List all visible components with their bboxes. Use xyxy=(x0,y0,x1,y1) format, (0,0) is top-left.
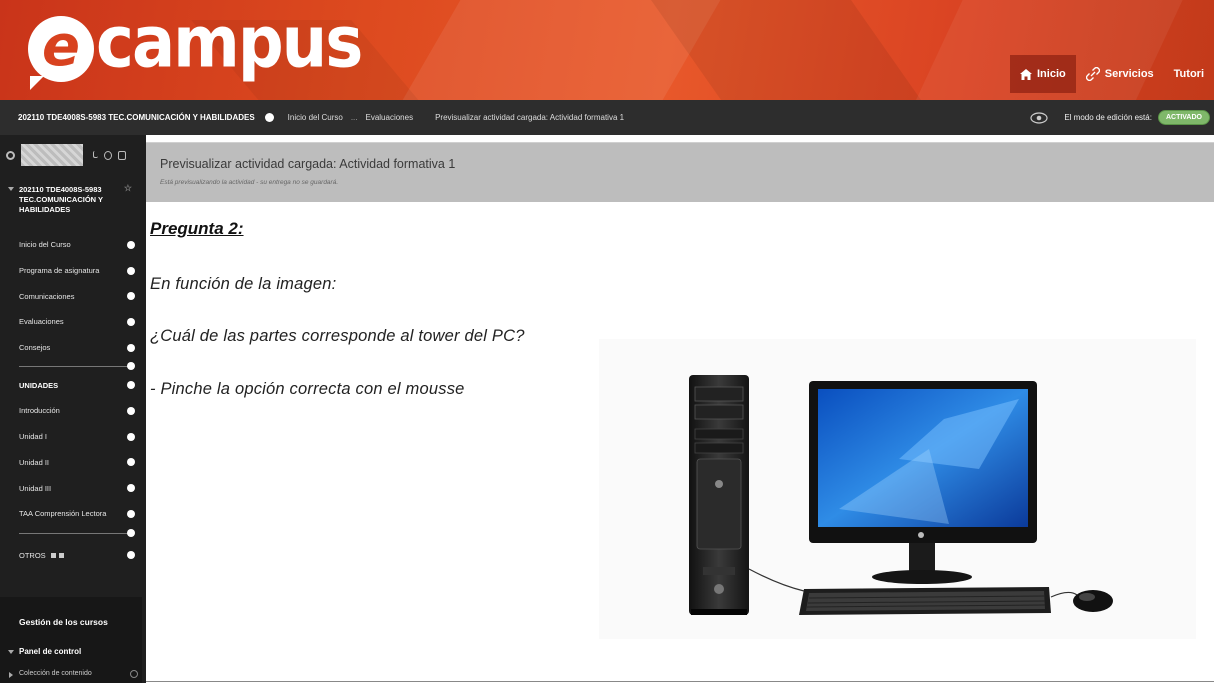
item-menu-icon[interactable] xyxy=(127,551,135,560)
star-icon[interactable]: ☆ xyxy=(124,183,132,193)
sidebar-item-unidad-i[interactable]: Unidad I xyxy=(0,424,142,450)
item-menu-icon[interactable] xyxy=(127,381,135,390)
item-menu-icon[interactable] xyxy=(127,317,135,326)
logo-text: campus xyxy=(96,1,363,85)
course-menu-icon[interactable] xyxy=(264,113,274,122)
content-collection-link[interactable]: Colección de contenido xyxy=(9,670,92,678)
sidebar-item-evaluaciones[interactable]: Evaluaciones xyxy=(0,309,142,335)
sidebar-item-otros[interactable]: OTROS xyxy=(0,543,142,569)
breadcrumb-current: Previsualizar actividad cargada: Activid… xyxy=(435,113,625,122)
control-panel-link[interactable]: Panel de control xyxy=(7,647,81,656)
nav-servicios-label: Servicios xyxy=(1104,68,1154,80)
logo-e-mark: e xyxy=(28,16,94,90)
sidebar-course-title[interactable]: 202110 TDE4008S-5983 TEC.COMUNICACIÓN Y … xyxy=(0,175,142,232)
pc-mouse[interactable] xyxy=(1073,590,1113,612)
link-icon xyxy=(1085,67,1100,81)
pc-tower[interactable] xyxy=(689,375,749,615)
question-instruction: En función de la imagen: xyxy=(150,275,337,293)
file-icon xyxy=(58,552,64,558)
item-menu-icon[interactable] xyxy=(127,458,135,467)
question-text: ¿Cuál de las partes corresponde al tower… xyxy=(150,327,525,345)
settings-icon[interactable] xyxy=(130,670,138,678)
student-preview-icon[interactable] xyxy=(1030,111,1048,124)
sidebar-item-label: OTROS xyxy=(19,550,46,560)
ecampus-logo[interactable]: e campus xyxy=(28,1,363,90)
item-menu-icon[interactable] xyxy=(127,406,135,415)
item-menu-icon[interactable] xyxy=(127,432,135,441)
desktop-computer-image[interactable] xyxy=(599,339,1196,639)
course-management-title: Gestión de los cursos xyxy=(19,617,108,627)
nav-servicios[interactable]: Servicios xyxy=(1076,55,1164,93)
sidebar-course-title-text: 202110 TDE4008S-5983 TEC.COMUNICACIÓN Y … xyxy=(19,185,103,214)
item-menu-icon[interactable] xyxy=(127,240,135,249)
gear-icon[interactable] xyxy=(6,150,15,160)
header-banner: e campus Inicio Servicios Tutori xyxy=(0,0,1214,100)
divider-menu-icon[interactable] xyxy=(127,362,135,371)
collapse-icon[interactable] xyxy=(118,150,126,160)
refresh-icon[interactable] xyxy=(104,150,112,160)
pc-keyboard[interactable] xyxy=(799,587,1051,615)
nav-inicio-label: Inicio xyxy=(1037,68,1066,80)
divider-menu-icon[interactable] xyxy=(127,528,135,537)
content-bottom-border xyxy=(146,681,1214,682)
folder-icon xyxy=(50,552,56,558)
sort-icon[interactable] xyxy=(93,150,98,158)
sidebar-menu: Inicio del Curso Programa de asignatura … xyxy=(0,232,142,568)
breadcrumb-evaluaciones[interactable]: Evaluaciones xyxy=(365,113,413,122)
collapse-arrow-icon[interactable] xyxy=(8,187,14,191)
item-menu-icon[interactable] xyxy=(127,343,135,352)
preview-notice: Está previsualizando la actividad - su e… xyxy=(160,179,339,186)
edit-mode-toggle[interactable]: ACTIVADO xyxy=(1157,110,1210,125)
item-menu-icon[interactable] xyxy=(127,484,135,493)
item-menu-icon[interactable] xyxy=(127,292,135,301)
sidebar-item-label: Unidad III xyxy=(19,483,52,493)
sidebar-heading-unidades[interactable]: UNIDADES xyxy=(0,372,142,398)
sidebar-item-comunicaciones[interactable]: Comunicaciones xyxy=(0,283,142,309)
sidebar-divider xyxy=(0,360,142,372)
nav-tutorias-label: Tutori xyxy=(1173,68,1204,80)
edit-mode-area: El modo de edición está: ACTIVADO xyxy=(1030,110,1210,125)
top-navigation: Inicio Servicios Tutori xyxy=(1010,55,1214,93)
nav-tutorias[interactable]: Tutori xyxy=(1164,55,1214,93)
sidebar-item-label: Comunicaciones xyxy=(19,291,75,301)
sidebar-item-label: TAA Comprensión Lectora xyxy=(19,509,107,519)
sidebar-tools xyxy=(93,150,126,160)
sidebar-divider xyxy=(0,527,142,539)
course-sidebar: 202110 TDE4008S-5983 TEC.COMUNICACIÓN Y … xyxy=(0,135,142,683)
item-menu-icon[interactable] xyxy=(127,266,135,275)
sidebar-item-introduccion[interactable]: Introducción xyxy=(0,398,142,424)
sidebar-toolbar xyxy=(0,135,142,175)
sidebar-item-label: UNIDADES xyxy=(19,380,59,390)
sidebar-item-unidad-iii[interactable]: Unidad III xyxy=(0,475,142,501)
sidebar-item-label: Evaluaciones xyxy=(19,317,64,327)
page-title: Previsualizar actividad cargada: Activid… xyxy=(160,157,456,171)
sidebar-item-label: Inicio del Curso xyxy=(19,240,71,250)
edit-mode-label: El modo de edición está: xyxy=(1064,113,1152,122)
pc-monitor[interactable] xyxy=(809,381,1037,584)
nav-inicio[interactable]: Inicio xyxy=(1010,55,1076,93)
sidebar-search-box[interactable] xyxy=(21,144,83,166)
sidebar-item-label: Introducción xyxy=(19,406,60,416)
question-hint: - Pinche la opción correcta con el mouss… xyxy=(150,380,465,398)
course-name[interactable]: 202110 TDE4008S-5983 TEC.COMUNICACIÓN Y … xyxy=(18,113,255,122)
sidebar-item-consejos[interactable]: Consejos xyxy=(0,335,142,361)
sidebar-item-label: Unidad I xyxy=(19,432,47,442)
sidebar-item-label: Programa de asignatura xyxy=(19,266,100,276)
breadcrumb-separator: ... xyxy=(350,113,358,122)
sidebar-item-label: Consejos xyxy=(19,343,51,353)
sidebar-item-taa[interactable]: TAA Comprensión Lectora xyxy=(0,501,142,527)
sidebar-item-label: Unidad II xyxy=(19,457,50,467)
sidebar-item-programa[interactable]: Programa de asignatura xyxy=(0,258,142,284)
question-title: Pregunta 2: xyxy=(150,219,244,238)
preview-header: Previsualizar actividad cargada: Activid… xyxy=(146,142,1214,202)
home-icon xyxy=(1020,68,1032,80)
item-menu-icon[interactable] xyxy=(127,509,135,518)
breadcrumb-inicio[interactable]: Inicio del Curso xyxy=(288,113,343,122)
sidebar-item-unidad-ii[interactable]: Unidad II xyxy=(0,450,142,476)
course-bar: 202110 TDE4008S-5983 TEC.COMUNICACIÓN Y … xyxy=(0,100,1214,135)
main-content: Previsualizar actividad cargada: Activid… xyxy=(142,135,1214,683)
course-management-panel: Gestión de los cursos Panel de control C… xyxy=(0,597,142,683)
sidebar-item-inicio[interactable]: Inicio del Curso xyxy=(0,232,142,258)
